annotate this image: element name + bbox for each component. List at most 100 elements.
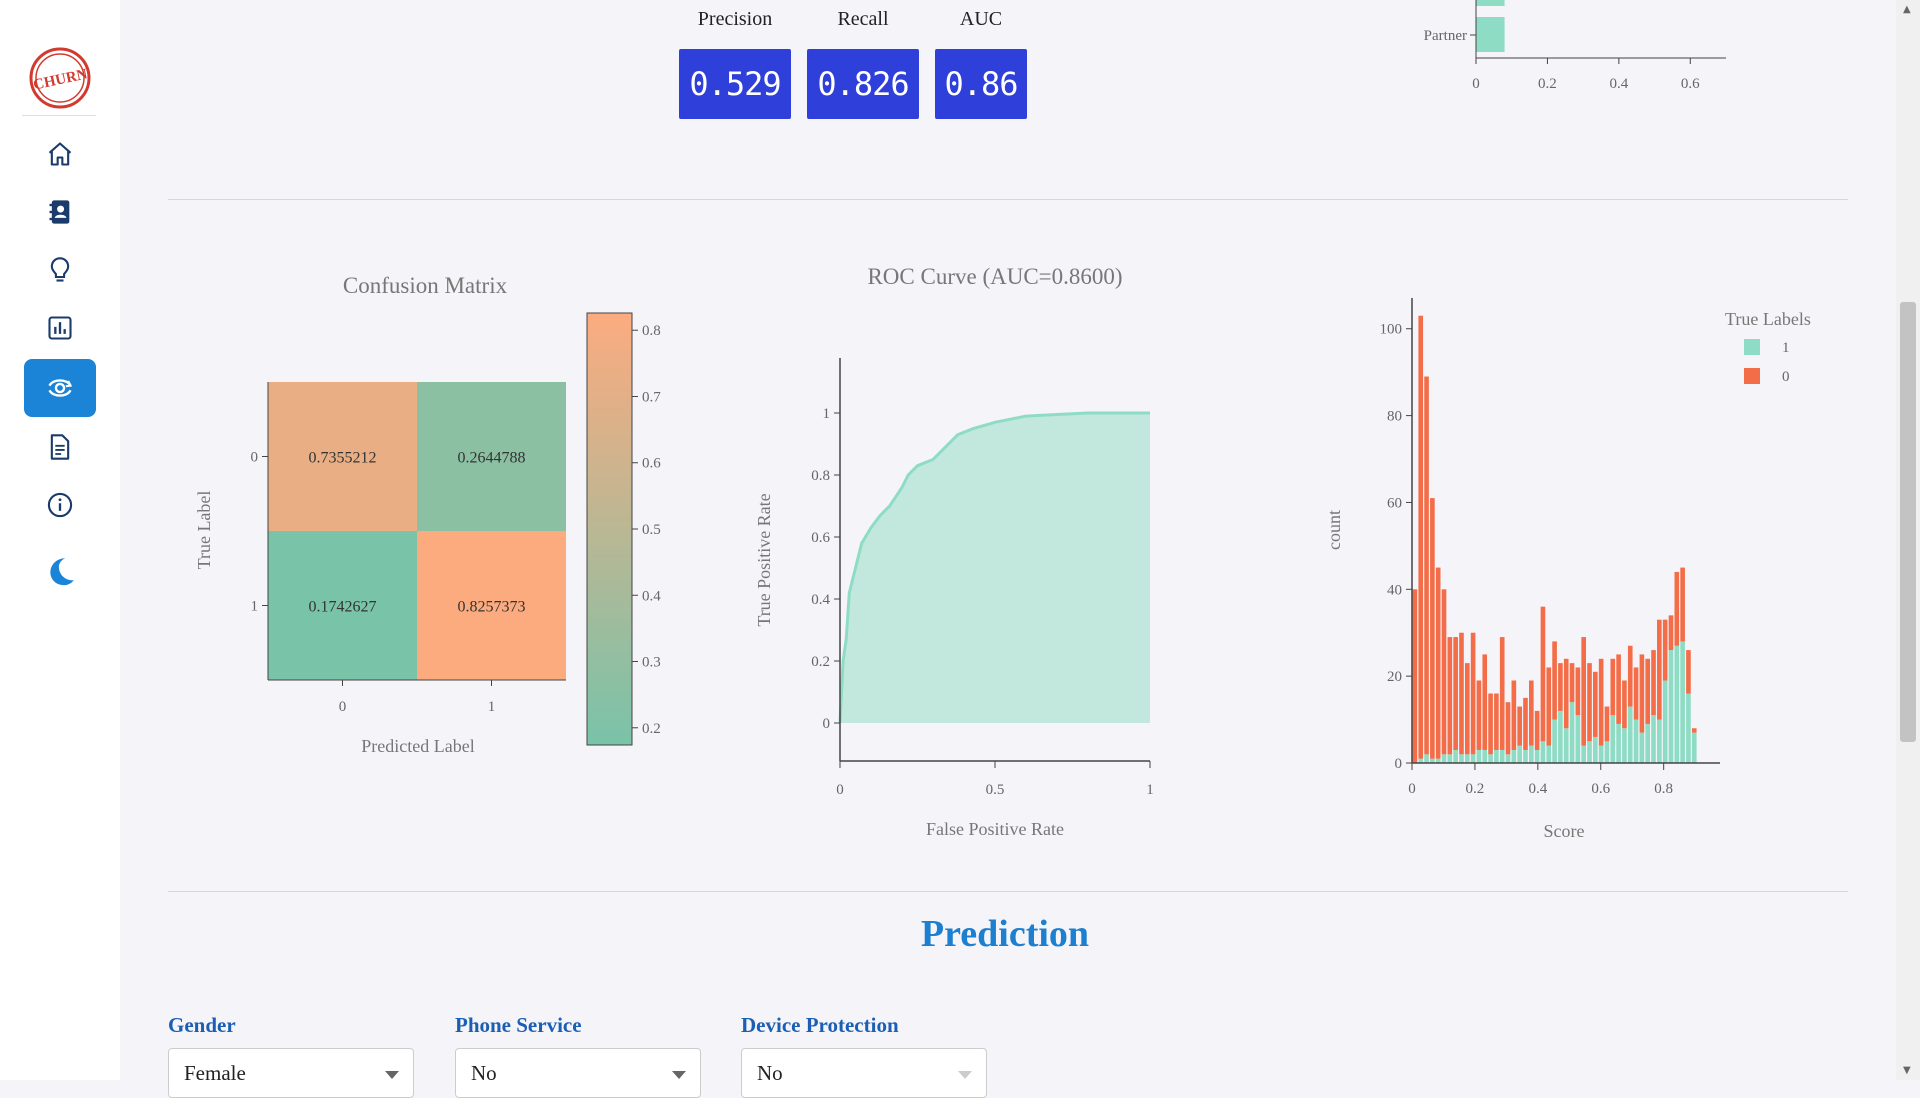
y-tick-label: 0.4 [811,592,830,608]
scroll-up-arrow-icon[interactable]: ▲ [1903,4,1911,15]
histogram-bar-0 [1616,654,1621,724]
phone-service-label: Phone Service [455,1013,582,1037]
histogram-bar-0 [1598,658,1604,746]
histogram-bar-0 [1447,637,1453,755]
histogram-bar-0 [1488,693,1493,755]
theme-toggle[interactable] [44,554,78,588]
histogram-bar-1 [1517,745,1522,763]
histogram-bar-0 [1517,706,1522,746]
nav-model[interactable] [24,359,96,417]
histogram-bar-0 [1412,589,1418,763]
colorbar-tick-label: 0.5 [642,522,661,538]
y-axis-title: True Label [194,491,214,570]
x-tick-label: 0.8 [1654,781,1673,797]
histogram-bar-0 [1668,615,1674,651]
scroll-thumb[interactable] [1900,302,1916,742]
histogram-bar-1 [1453,749,1458,763]
histogram-bar-1 [1668,650,1674,763]
auc-label: AUC [959,8,1003,30]
x-tick-label: 1 [488,699,496,715]
cell-value-label: 0.1742627 [309,599,377,616]
confusion-matrix-chart: Confusion Matrix 0.7355212 0.2644788 0.1742… [194,273,661,756]
partner-bar [1476,17,1505,52]
scroll-down-arrow-icon[interactable]: ▼ [1903,1065,1911,1076]
histogram-bar-0 [1575,667,1581,716]
recall-label: Recall [837,8,889,30]
histogram-bar-0 [1593,671,1598,737]
legend-swatch-0[interactable] [1744,368,1760,384]
histogram-bar-0 [1494,693,1499,750]
histogram-bar-0 [1622,680,1627,729]
legend-label-0[interactable]: 0 [1782,369,1790,385]
histogram-bar-0 [1639,654,1645,733]
gender-label: Gender [168,1013,236,1037]
histogram-bar-0 [1476,680,1482,750]
x-tick-label: 0.6 [1681,76,1700,92]
prediction-title: Prediction [920,913,1090,955]
x-tick-label: 1 [1146,782,1154,798]
histogram-bar-0 [1441,589,1447,755]
roc-curve-chart: ROC Curve (AUC=0.8600) 0 0.2 0.4 0.6 0.8 1 0 0.5… [754,264,1154,839]
histogram-bar-1 [1563,728,1569,763]
partner-bar-prev [1476,0,1505,6]
churn-logo[interactable]: CHURN [28,46,92,110]
histogram-bar-1 [1470,754,1476,763]
home-icon [48,142,72,166]
x-tick-label: 0 [339,699,347,715]
histogram-bar-0 [1633,667,1639,720]
histogram-bar-0 [1523,697,1528,750]
histogram-bar-0 [1534,710,1540,750]
y-tick-label: 80 [1387,409,1402,425]
y-tick-label: 60 [1387,495,1402,511]
histogram-bar-1 [1645,723,1651,763]
score-histogram-chart: 0 20 40 60 80 100 0 0.2 0.4 0.6 0.8 Score count True … [1324,298,1811,841]
histogram-bar-1 [1680,641,1685,763]
histogram-bar-1 [1441,754,1447,763]
phone-service-select[interactable]: No [455,1048,701,1098]
precision-label: Precision [697,8,773,30]
nav-home[interactable] [24,125,96,183]
histogram-bar-1 [1494,749,1499,763]
colorbar-tick-label: 0.6 [642,456,661,472]
histogram-bar-0 [1645,658,1651,724]
nav-contacts[interactable] [24,183,96,241]
histogram-bar-1 [1424,754,1429,763]
y-tick-label: 0 [251,450,259,466]
histogram-bar-1 [1464,754,1470,763]
section-divider-bottom [168,891,1848,892]
page-scrollbar[interactable]: ▲ ▼ [1896,0,1920,1080]
y-axis-title: True Positive Rate [754,493,774,626]
nav-report[interactable] [24,418,96,476]
histogram-bar-1 [1616,723,1621,763]
device-protection-select[interactable]: No [741,1048,987,1098]
model-icon [48,379,73,397]
histogram-bar-0 [1546,667,1552,746]
nav-insights[interactable] [24,241,96,299]
colorbar-tick-label: 0.8 [642,323,661,339]
histogram-bar-0 [1505,702,1511,755]
legend-swatch-1[interactable] [1744,339,1760,355]
chevron-down-icon [672,1071,686,1079]
lightbulb-icon [50,257,70,282]
nav-about[interactable] [24,476,96,534]
y-tick-label: 1 [251,599,259,615]
x-tick-label: 0 [836,782,844,798]
x-axis-title: False Positive Rate [926,819,1064,839]
section-divider-top [168,199,1848,200]
histogram-bar-1 [1459,754,1464,763]
histogram-bar-1 [1662,680,1668,763]
legend-label-1[interactable]: 1 [1782,340,1790,356]
colorbar-tick-label: 0.3 [642,655,661,671]
colorbar-tick-label: 0.2 [642,721,661,737]
histogram-bar-1 [1499,749,1505,763]
histogram-bar-0 [1691,728,1697,733]
nav-analytics[interactable] [24,299,96,357]
gender-select[interactable]: Female [168,1048,414,1098]
gender-value: Female [184,1061,246,1085]
histogram-bar-0 [1587,663,1592,742]
x-axis-title: Predicted Label [361,736,474,756]
cell-value-label: 0.7355212 [309,450,377,467]
y-axis-title: count [1324,510,1344,550]
y-tick-label: 100 [1380,322,1403,338]
phone-service-value: No [471,1061,497,1085]
